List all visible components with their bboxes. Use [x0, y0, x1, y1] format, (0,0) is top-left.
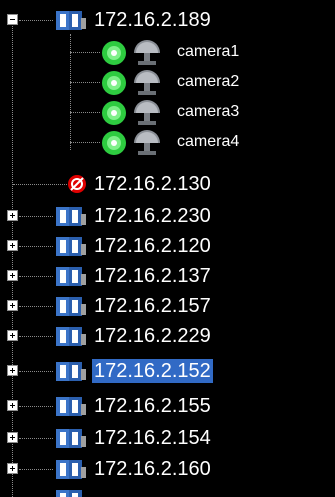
tree-connector [70, 142, 100, 143]
tree-connector [19, 469, 53, 470]
tree-connector [70, 82, 100, 83]
tree-row-host[interactable]: 172.16.2.155 [0, 392, 335, 420]
book-icon [54, 8, 88, 37]
host-label[interactable]: 172.16.2.155 [92, 394, 213, 418]
tree-connector [19, 20, 53, 21]
expand-icon[interactable] [7, 240, 18, 251]
book-icon [54, 394, 88, 423]
tree-row-host[interactable]: 172.16.2.154 [0, 424, 335, 452]
tree-row-host[interactable]: 172.16.2.120 [0, 232, 335, 260]
device-tree: 172.16.2.189 camera1 camera2 camera3 cam… [0, 0, 335, 497]
tree-connector [19, 306, 53, 307]
expand-icon[interactable] [7, 463, 18, 474]
tree-row-host[interactable]: 172.16.2.230 [0, 202, 335, 230]
host-label[interactable]: 172.16.2.160 [92, 457, 213, 481]
book-icon [54, 234, 88, 263]
tree-row-host-selected[interactable]: 172.16.2.152 [0, 357, 335, 385]
tree-row-host[interactable]: 172.16.2.229 [0, 322, 335, 350]
green-status-icon [100, 129, 128, 162]
expand-icon[interactable] [7, 210, 18, 221]
camera-label[interactable]: camera3 [177, 102, 239, 122]
dome-camera-icon [130, 129, 164, 162]
book-icon [54, 487, 88, 497]
book-icon [54, 359, 88, 388]
host-label[interactable]: 172.16.2.120 [92, 234, 213, 258]
tree-row-host[interactable]: 172.16.2.157 [0, 292, 335, 320]
host-label[interactable]: 172.16.2.157 [92, 294, 213, 318]
tree-row-host[interactable]: 172.16.2.160 [0, 455, 335, 483]
tree-connector [19, 246, 53, 247]
tree-row-offline-host[interactable]: 172.16.2.130 [0, 170, 335, 198]
tree-row-host-partial[interactable] [0, 485, 335, 497]
book-icon [54, 324, 88, 353]
tree-connector [19, 438, 53, 439]
tree-connector [19, 336, 53, 337]
host-label[interactable]: 172.16.2.152 [92, 359, 213, 383]
tree-row-camera[interactable]: camera2 [0, 68, 335, 96]
tree-connector [13, 184, 67, 185]
expand-icon[interactable] [7, 300, 18, 311]
book-icon [54, 204, 88, 233]
tree-connector [19, 276, 53, 277]
expand-icon[interactable] [7, 365, 18, 376]
expand-icon[interactable] [7, 432, 18, 443]
tree-row-host[interactable]: 172.16.2.137 [0, 262, 335, 290]
tree-row-camera[interactable]: camera1 [0, 38, 335, 66]
expand-icon[interactable] [7, 270, 18, 281]
host-label[interactable]: 172.16.2.154 [92, 426, 213, 450]
book-icon [54, 457, 88, 486]
tree-row-root[interactable]: 172.16.2.189 [0, 6, 335, 34]
host-label[interactable]: 172.16.2.137 [92, 264, 213, 288]
tree-connector [70, 112, 100, 113]
book-icon [54, 264, 88, 293]
tree-row-camera[interactable]: camera3 [0, 98, 335, 126]
tree-row-camera[interactable]: camera4 [0, 128, 335, 156]
host-label[interactable]: 172.16.2.230 [92, 204, 213, 228]
book-icon [54, 294, 88, 323]
tree-connector [19, 406, 53, 407]
disconnected-icon [66, 172, 88, 201]
collapse-icon[interactable] [7, 14, 18, 25]
book-icon [54, 426, 88, 455]
host-label[interactable]: 172.16.2.189 [92, 8, 213, 32]
expand-icon[interactable] [7, 400, 18, 411]
tree-connector [19, 216, 53, 217]
camera-label[interactable]: camera4 [177, 132, 239, 152]
host-label[interactable]: 172.16.2.229 [92, 324, 213, 348]
tree-connector [19, 371, 53, 372]
expand-icon[interactable] [7, 330, 18, 341]
camera-label[interactable]: camera1 [177, 42, 239, 62]
camera-label[interactable]: camera2 [177, 72, 239, 92]
tree-connector [70, 52, 100, 53]
host-label[interactable]: 172.16.2.130 [92, 172, 213, 196]
